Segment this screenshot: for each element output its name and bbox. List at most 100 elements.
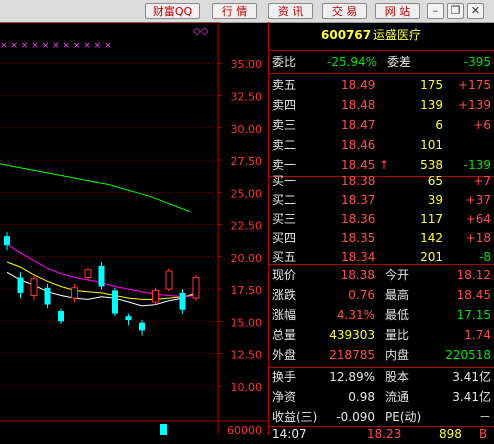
minimize-icon[interactable]: –	[427, 3, 444, 19]
price-axis-label: 60000	[227, 424, 262, 435]
price-axis-label: 20.00	[231, 252, 263, 265]
price-axis-label: 27.50	[231, 155, 263, 168]
stat-value: 18.12	[456, 268, 491, 282]
close-icon[interactable]: ✕	[467, 3, 484, 19]
stat-label: 最低	[385, 308, 410, 322]
stat-value: 439303	[329, 328, 375, 342]
ask-row: 卖二 18.46 101	[269, 135, 494, 155]
stat-value: 18.38	[340, 268, 375, 282]
stat-label: 内盘	[385, 348, 410, 362]
ask-price: 18.49	[341, 78, 376, 92]
ask-change: +175	[458, 78, 491, 92]
candle-body	[112, 290, 118, 314]
stat-row: 总量 439303 量比 1.74	[269, 325, 494, 345]
bid-label: 买一	[272, 174, 297, 188]
tick-time: 14:07	[272, 427, 307, 441]
stat-label: 量比	[385, 328, 410, 342]
bid-change: +7	[473, 174, 491, 188]
bid-price: 18.35	[341, 231, 376, 245]
stat-label: 涨幅	[272, 308, 297, 322]
price-axis-label: 25.00	[231, 187, 263, 200]
market-button[interactable]: 行 情	[212, 3, 257, 19]
bid-price: 18.38	[341, 174, 376, 188]
trade-button[interactable]: 交 易	[322, 3, 367, 19]
price-axis-label: 15.00	[231, 316, 263, 329]
ask-price: 18.46	[341, 138, 376, 152]
ask-volume: 139	[420, 98, 443, 112]
ask-label: 卖二	[272, 138, 297, 152]
stat-label: 现价	[272, 268, 297, 282]
bid-label: 买二	[272, 193, 297, 207]
stock-code: 600767	[321, 28, 372, 42]
bid-change: +18	[465, 231, 491, 245]
price-axis-label: 22.50	[231, 220, 263, 233]
price-axis-label: 32.50	[231, 90, 263, 103]
weibi-row: 委比 -25.94% 委差 -395	[269, 52, 494, 72]
candle-body	[165, 270, 173, 290]
news-button[interactable]: 资 讯	[268, 3, 313, 19]
chart-grid	[0, 22, 268, 435]
fund-label: 股本	[385, 370, 410, 384]
ask-row: 卖五 18.49 175 +175	[269, 75, 494, 95]
ask-price: 18.47	[341, 118, 376, 132]
ask-label: 卖三	[272, 118, 297, 132]
fund-label: 净资	[272, 390, 297, 404]
fund-value: 3.41亿	[452, 390, 491, 404]
tick-volume: 898	[439, 427, 462, 441]
candle-body	[152, 289, 159, 303]
markers: × × × × × × × × × × × ◇◇	[0, 26, 209, 435]
stock-name: 运盛医疗	[373, 28, 422, 42]
candle-body	[139, 322, 145, 331]
stat-label: 今开	[385, 268, 410, 282]
candle-body	[125, 316, 132, 321]
stock-header: 600767 运盛医疗	[269, 25, 494, 45]
diamond-markers-icon: ◇◇	[193, 26, 209, 37]
fund-row: 净资 0.98 流通 3.41亿	[269, 387, 494, 407]
candle-body	[71, 287, 78, 299]
fund-value: 3.41亿	[452, 370, 491, 384]
pink-marker-row: × × × × × × × × × × ×	[0, 41, 112, 51]
stat-row: 现价 18.38 今开 18.12	[269, 265, 494, 285]
bid-row: 买一 18.38 65 +7	[269, 171, 494, 191]
stat-label: 最高	[385, 288, 410, 302]
ask-change: +139	[458, 98, 491, 112]
fund-label: 换手	[272, 370, 297, 384]
quote-panel: 600767 运盛医疗 委比 -25.94% 委差 -395 卖五 18.49 17…	[268, 22, 494, 441]
ask-volume: 6	[435, 118, 443, 132]
stat-row: 涨幅 4.31% 最低 17.15	[269, 305, 494, 325]
price-axis-label: 17.50	[231, 284, 263, 297]
bid-volume: 65	[427, 174, 443, 188]
candle-body	[4, 236, 10, 246]
stat-row: 外盘 218785 内盘 220518	[269, 345, 494, 365]
stat-value: 1.74	[464, 328, 491, 342]
price-axis-label: 10.00	[231, 381, 263, 394]
candle-body	[44, 287, 51, 305]
bid-change: +37	[465, 193, 491, 207]
ask-label: 卖四	[272, 98, 297, 112]
weibi-label: 委比	[272, 55, 297, 69]
stat-label: 外盘	[272, 348, 297, 362]
stat-value: 218785	[329, 348, 375, 362]
top-toolbar: 财富QQ 行 情 资 讯 交 易 网 站 – ❐ ✕	[0, 0, 494, 23]
bid-price: 18.36	[341, 212, 376, 226]
tick-price: 18.23	[367, 427, 402, 441]
candle-body	[98, 265, 105, 287]
candle-body	[179, 292, 186, 310]
kline-chart[interactable]: 35.00 32.50 30.00 27.50 25.00 22.50 20.00 17.50…	[0, 22, 268, 435]
stat-value: 18.45	[456, 288, 491, 302]
wealth-qq-button[interactable]: 财富QQ	[145, 3, 200, 19]
candle-body	[30, 278, 38, 297]
stat-label: 涨跌	[272, 288, 297, 302]
ask-label: 卖五	[272, 78, 297, 92]
restore-icon[interactable]: ❐	[447, 3, 464, 19]
ask-row: 卖三 18.47 6 +6	[269, 115, 494, 135]
ask-row: 卖四 18.48 139 +139	[269, 95, 494, 115]
tick-row: 14:07 18.23 898 B	[269, 424, 494, 444]
ask-volume: 101	[420, 138, 443, 152]
website-button[interactable]: 网 站	[375, 3, 420, 19]
price-axis-label: 30.00	[231, 123, 263, 136]
weibi-value: -25.94%	[327, 55, 378, 69]
bid-label: 买四	[272, 231, 297, 245]
candle-body	[17, 277, 24, 293]
bid-volume: 117	[420, 212, 443, 226]
